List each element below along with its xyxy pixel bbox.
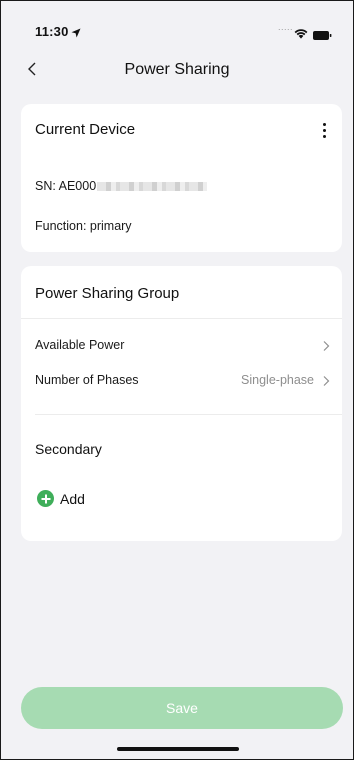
current-device-card: Current Device SN: AE000 Function: prima… — [21, 104, 342, 252]
serial-number-text: SN: AE000 — [35, 179, 97, 193]
number-of-phases-label: Number of Phases — [35, 373, 139, 387]
power-sharing-group-card: Power Sharing Group Available Power Numb… — [21, 266, 342, 541]
status-time: 11:30 — [35, 24, 69, 39]
divider — [21, 318, 342, 319]
serial-number: SN: AE000 — [35, 179, 208, 193]
save-button[interactable]: Save — [21, 687, 343, 729]
divider — [35, 414, 342, 415]
nav-bar: Power Sharing — [1, 49, 353, 93]
battery-icon — [313, 27, 332, 45]
add-label: Add — [60, 491, 85, 507]
wifi-icon — [294, 26, 308, 44]
location-arrow-icon — [71, 25, 81, 43]
chevron-right-icon — [323, 341, 330, 351]
add-secondary-button[interactable]: Add — [37, 488, 117, 510]
phone-screen: 11:30 ..... Power Sharing Current Device… — [0, 0, 354, 760]
number-of-phases-row[interactable]: Number of Phases Single-phase — [21, 367, 342, 395]
home-indicator — [117, 747, 239, 751]
number-of-phases-value: Single-phase — [241, 373, 314, 387]
power-sharing-group-heading: Power Sharing Group — [35, 285, 180, 302]
function-text: Function: primary — [35, 219, 132, 233]
plus-circle-icon — [37, 490, 54, 507]
page-title: Power Sharing — [124, 61, 230, 78]
current-device-heading: Current Device — [35, 121, 136, 138]
available-power-label: Available Power — [35, 338, 125, 352]
more-options-button[interactable] — [316, 120, 332, 142]
more-vertical-icon — [322, 123, 326, 126]
signal-dots: ..... — [278, 22, 294, 32]
chevron-right-icon — [323, 376, 330, 386]
redacted-serial — [97, 182, 208, 192]
available-power-row[interactable]: Available Power — [21, 332, 342, 360]
status-bar: 11:30 ..... — [1, 1, 353, 45]
secondary-heading: Secondary — [35, 441, 102, 457]
